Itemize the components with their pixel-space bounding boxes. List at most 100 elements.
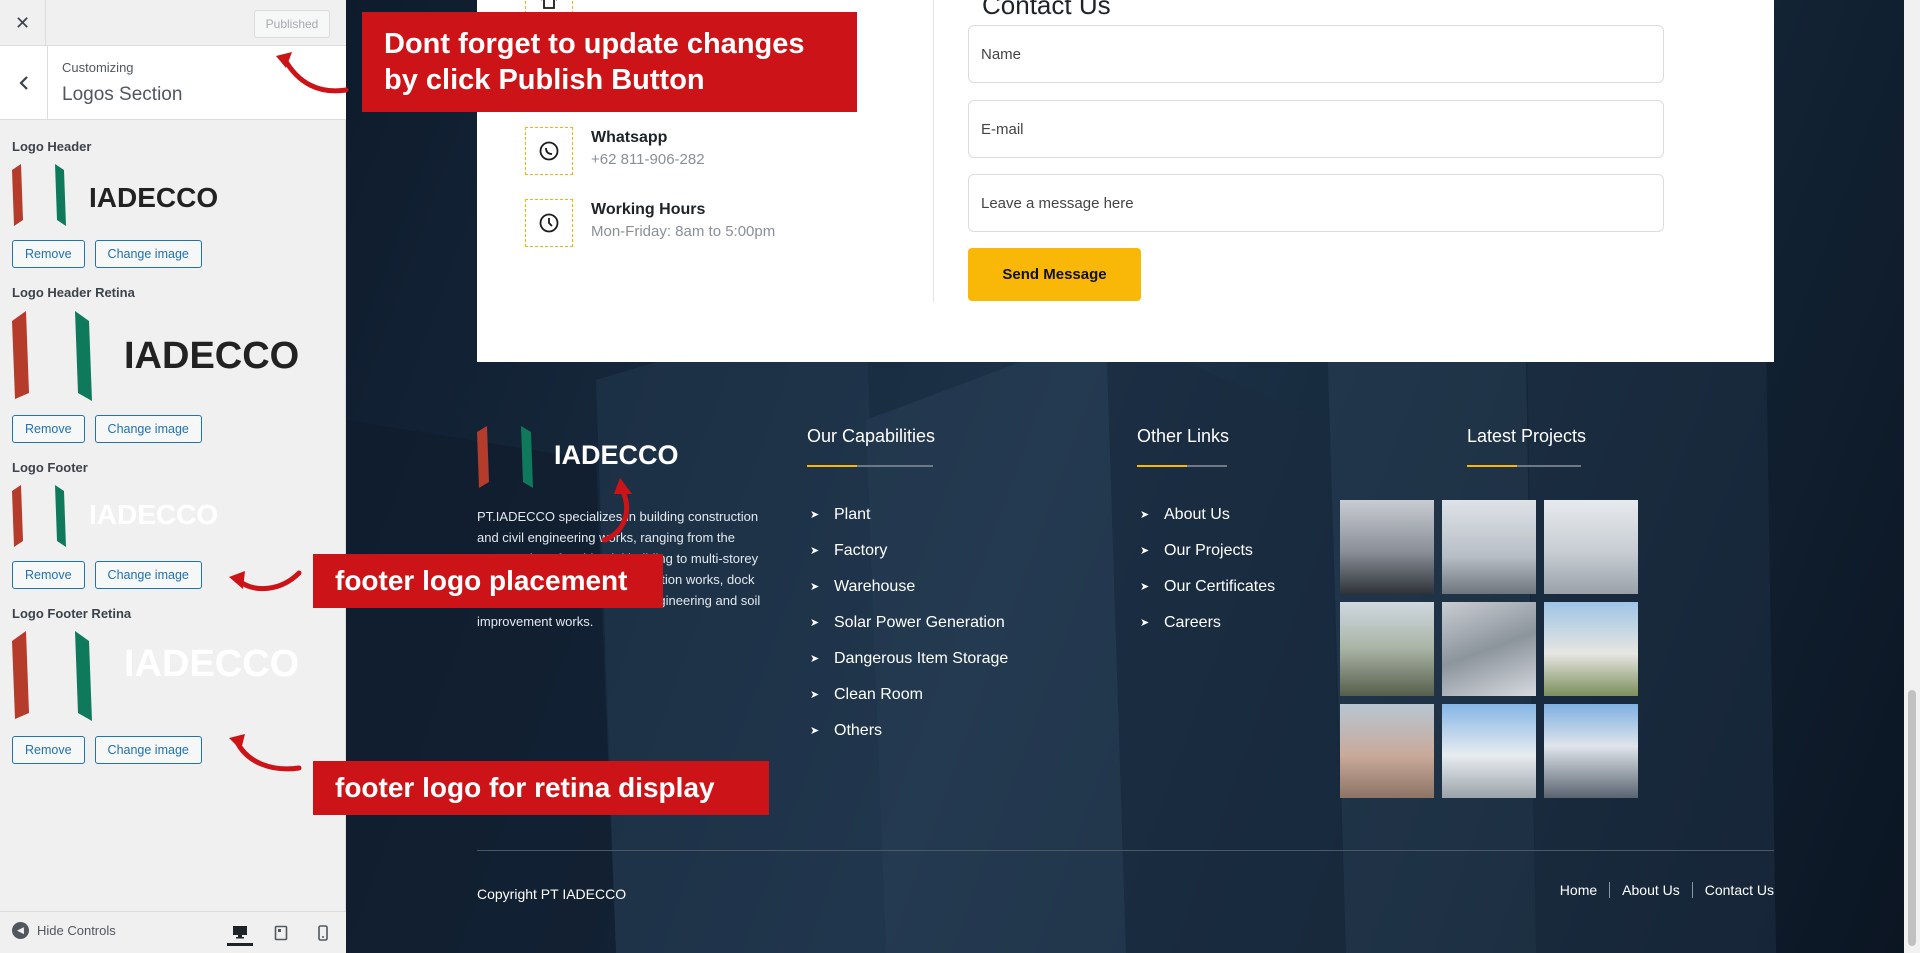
footer-logo-pointer-arrow-icon	[601, 478, 632, 543]
logo-footer-retina-text: IADECCO	[124, 643, 299, 685]
section-title: Logos Section	[62, 84, 183, 105]
capability-label: Plant	[834, 506, 871, 523]
other-links-list: ➤ About Us ➤ Our Projects ➤ Our Certificate…	[1140, 497, 1275, 641]
capability-link-dangerous-storage[interactable]: ➤ Dangerous Item Storage	[810, 641, 1008, 677]
capabilities-list: ➤ Plant ➤ Factory ➤ Warehouse ➤ Solar Power …	[810, 497, 1008, 749]
working-hours-text: Mon-Friday: 8am to 5:00pm	[591, 223, 776, 240]
working-hours-title: Working Hours	[591, 201, 706, 218]
capability-label: Factory	[834, 542, 888, 559]
project-thumbnail[interactable]	[1340, 704, 1434, 798]
customizer-footer: ◀ Hide Controls	[0, 911, 346, 953]
other-link-careers[interactable]: ➤ Careers	[1140, 605, 1275, 641]
retina-logo-callout: footer logo for retina display	[313, 761, 769, 815]
whatsapp-title: Whatsapp	[591, 129, 668, 146]
working-hours-info: Working Hours Mon-Friday: 8am to 5:00pm	[525, 199, 775, 247]
other-link-label: Our Projects	[1164, 542, 1253, 559]
logo-header-change-button[interactable]: Change image	[94, 240, 202, 268]
logo-footer-preview: IADECCO	[12, 485, 218, 547]
footer-logo-callout: footer logo placement	[313, 554, 663, 608]
project-thumbnail[interactable]	[1442, 500, 1536, 594]
capabilities-title: Our Capabilities	[807, 426, 936, 446]
customizing-label: Customizing	[62, 60, 134, 75]
other-link-certificates[interactable]: ➤ Our Certificates	[1140, 569, 1275, 605]
latest-projects-title: Latest Projects	[1467, 426, 1587, 446]
other-link-label: Careers	[1164, 614, 1221, 631]
chevron-right-icon: ➤	[1140, 617, 1150, 629]
capability-link-factory[interactable]: ➤ Factory	[810, 533, 1008, 569]
logo-header-text: IADECCO	[89, 182, 218, 213]
chevron-right-icon: ➤	[1140, 545, 1150, 557]
other-link-our-projects[interactable]: ➤ Our Projects	[1140, 533, 1275, 569]
chevron-right-icon: ➤	[810, 581, 820, 593]
logo-header-retina-change-button[interactable]: Change image	[94, 415, 202, 443]
bottom-nav-about-us[interactable]: About Us	[1622, 882, 1680, 898]
logo-footer-label: Logo Footer	[12, 460, 88, 475]
whatsapp-number: +62 811-906-282	[591, 151, 705, 168]
clock-icon	[525, 199, 573, 247]
project-thumbnail[interactable]	[1340, 500, 1434, 594]
project-thumbnail[interactable]	[1442, 602, 1536, 696]
capability-link-others[interactable]: ➤ Others	[810, 713, 1008, 749]
capability-label: Clean Room	[834, 686, 923, 703]
capability-link-warehouse[interactable]: ➤ Warehouse	[810, 569, 1008, 605]
logo-footer-retina-remove-button[interactable]: Remove	[12, 736, 85, 764]
logo-header-retina-label: Logo Header Retina	[12, 285, 135, 300]
mobile-preview-icon[interactable]	[310, 920, 336, 946]
logo-footer-remove-button[interactable]: Remove	[12, 561, 85, 589]
hide-controls-label: Hide Controls	[37, 923, 116, 938]
preview-scrollbar[interactable]	[1904, 0, 1920, 953]
whatsapp-info: Whatsapp +62 811-906-282	[525, 127, 705, 175]
name-input[interactable]: Name	[968, 25, 1664, 83]
chevron-right-icon: ➤	[1140, 509, 1150, 521]
scrollbar-thumb[interactable]	[1908, 690, 1916, 946]
back-icon[interactable]	[0, 46, 48, 120]
logo-footer-retina-label: Logo Footer Retina	[12, 606, 132, 621]
hide-controls-button[interactable]: ◀ Hide Controls	[12, 922, 116, 939]
project-thumbnail[interactable]	[1442, 704, 1536, 798]
capability-label: Warehouse	[834, 578, 916, 595]
email-input[interactable]: E-mail	[968, 100, 1664, 158]
project-thumbnail[interactable]	[1544, 704, 1638, 798]
other-link-about-us[interactable]: ➤ About Us	[1140, 497, 1275, 533]
chevron-right-icon: ➤	[810, 653, 820, 665]
publish-reminder-callout: Dont forget to update changes by click P…	[362, 12, 857, 112]
project-thumbnail[interactable]	[1544, 602, 1638, 696]
capability-link-plant[interactable]: ➤ Plant	[810, 497, 1008, 533]
bottom-nav-contact-us[interactable]: Contact Us	[1705, 882, 1774, 898]
capability-label: Solar Power Generation	[834, 614, 1005, 631]
bottom-nav: Home About Us Contact Us	[1560, 882, 1774, 898]
desktop-preview-icon[interactable]	[227, 920, 253, 946]
chevron-right-icon: ➤	[810, 725, 820, 737]
contact-heading: Contact Us	[982, 0, 1111, 20]
whatsapp-icon	[525, 127, 573, 175]
project-thumbnail[interactable]	[1544, 500, 1638, 594]
tablet-preview-icon[interactable]	[268, 920, 294, 946]
other-links-underline	[1137, 465, 1227, 467]
publish-button[interactable]: Published	[254, 10, 330, 38]
chevron-right-icon: ➤	[1140, 581, 1150, 593]
logo-header-retina-remove-button[interactable]: Remove	[12, 415, 85, 443]
chevron-right-icon: ➤	[810, 689, 820, 701]
send-message-button[interactable]: Send Message	[968, 248, 1141, 301]
close-icon[interactable]: ✕	[0, 0, 46, 46]
footer-logo[interactable]: IADECCO	[477, 426, 697, 490]
publish-arrow-icon	[276, 52, 349, 94]
footer-logo-text: IADECCO	[554, 440, 679, 470]
capability-link-clean-room[interactable]: ➤ Clean Room	[810, 677, 1008, 713]
customizer-sidebar: ✕ Published Customizing Logos Section Lo…	[0, 0, 346, 953]
other-link-label: Our Certificates	[1164, 578, 1276, 595]
capability-link-solar[interactable]: ➤ Solar Power Generation	[810, 605, 1008, 641]
message-textarea[interactable]: Leave a message here	[968, 174, 1664, 232]
retina-logo-arrow-icon	[229, 734, 302, 772]
logo-footer-retina-change-button[interactable]: Change image	[94, 736, 202, 764]
logo-header-remove-button[interactable]: Remove	[12, 240, 85, 268]
logo-header-retina-preview: IADECCO	[12, 311, 299, 401]
logo-footer-change-button[interactable]: Change image	[94, 561, 202, 589]
chevron-right-icon: ➤	[810, 617, 820, 629]
capabilities-underline	[807, 465, 933, 467]
bottom-nav-home[interactable]: Home	[1560, 882, 1597, 898]
latest-projects-grid	[1340, 500, 1638, 798]
project-thumbnail[interactable]	[1340, 602, 1434, 696]
nav-separator	[1691, 882, 1693, 898]
footer-logo-arrow-icon	[229, 570, 302, 592]
